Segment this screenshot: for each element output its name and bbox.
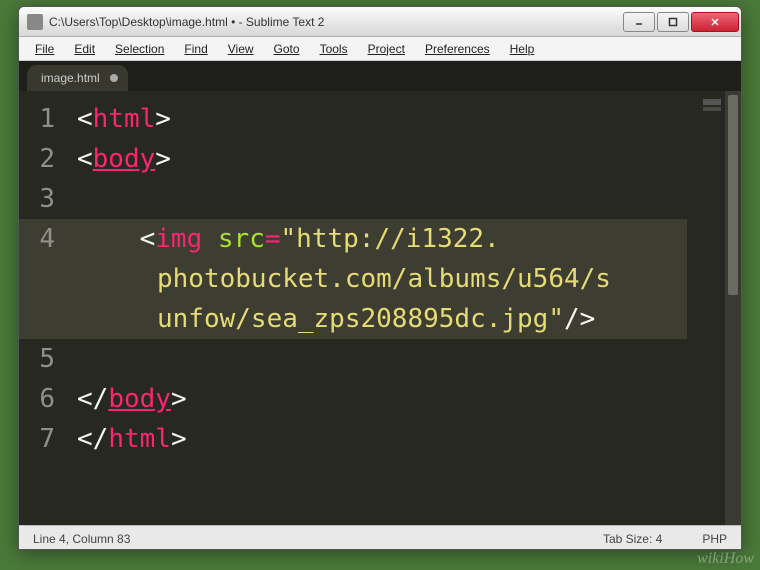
line-number-wrap [19, 259, 67, 299]
menu-tools[interactable]: Tools [310, 40, 358, 58]
line-number: 4 [19, 219, 67, 259]
line-number: 1 [19, 99, 67, 139]
vertical-scrollbar[interactable] [725, 91, 741, 525]
minimap[interactable] [697, 91, 725, 525]
line-gutter: 1 2 3 4 5 6 7 [19, 91, 67, 525]
line-number-wrap [19, 299, 67, 339]
code-line [77, 179, 687, 219]
code-line-wrap: photobucket.com/albums/u564/s [67, 259, 687, 299]
maximize-button[interactable] [657, 12, 689, 32]
app-icon [27, 14, 43, 30]
scrollbar-thumb[interactable] [728, 95, 738, 295]
line-number: 5 [19, 339, 67, 379]
statusbar: Line 4, Column 83 Tab Size: 4 PHP [19, 525, 741, 550]
menu-file[interactable]: File [25, 40, 64, 58]
minimap-region [703, 107, 721, 111]
menu-view[interactable]: View [218, 40, 264, 58]
menu-help[interactable]: Help [500, 40, 545, 58]
titlebar-text: C:\Users\Top\Desktop\image.html • - Subl… [49, 15, 623, 29]
code-line: </html> [77, 419, 687, 459]
status-tab-size[interactable]: Tab Size: 4 [603, 532, 662, 546]
status-syntax[interactable]: PHP [702, 532, 727, 546]
tab-label: image.html [41, 71, 100, 85]
tabbar: image.html [19, 61, 741, 91]
menu-project[interactable]: Project [358, 40, 415, 58]
menu-edit[interactable]: Edit [64, 40, 105, 58]
editor-area[interactable]: 1 2 3 4 5 6 7 <html> <body> <img src="ht… [19, 91, 741, 525]
app-window: C:\Users\Top\Desktop\image.html • - Subl… [18, 6, 742, 550]
code-view[interactable]: <html> <body> <img src="http://i1322. ph… [67, 91, 697, 525]
code-line-wrap: unfow/sea_zps208895dc.jpg"/> [67, 299, 687, 339]
menu-goto[interactable]: Goto [264, 40, 310, 58]
code-line: <html> [77, 99, 687, 139]
code-line: </body> [77, 379, 687, 419]
menu-find[interactable]: Find [174, 40, 217, 58]
menu-preferences[interactable]: Preferences [415, 40, 500, 58]
watermark: wikiHow [697, 550, 754, 568]
status-cursor-position: Line 4, Column 83 [33, 532, 130, 546]
code-line: <body> [77, 139, 687, 179]
minimap-region [703, 99, 721, 105]
window-controls [623, 12, 739, 32]
titlebar[interactable]: C:\Users\Top\Desktop\image.html • - Subl… [19, 7, 741, 37]
line-number: 2 [19, 139, 67, 179]
menubar: File Edit Selection Find View Goto Tools… [19, 37, 741, 61]
close-button[interactable] [691, 12, 739, 32]
minimize-button[interactable] [623, 12, 655, 32]
code-line [77, 339, 687, 379]
line-number: 6 [19, 379, 67, 419]
tab-image-html[interactable]: image.html [27, 65, 128, 91]
menu-selection[interactable]: Selection [105, 40, 174, 58]
line-number: 7 [19, 419, 67, 459]
line-number: 3 [19, 179, 67, 219]
code-line-active: <img src="http://i1322. [67, 219, 687, 259]
dirty-indicator-icon [110, 74, 118, 82]
